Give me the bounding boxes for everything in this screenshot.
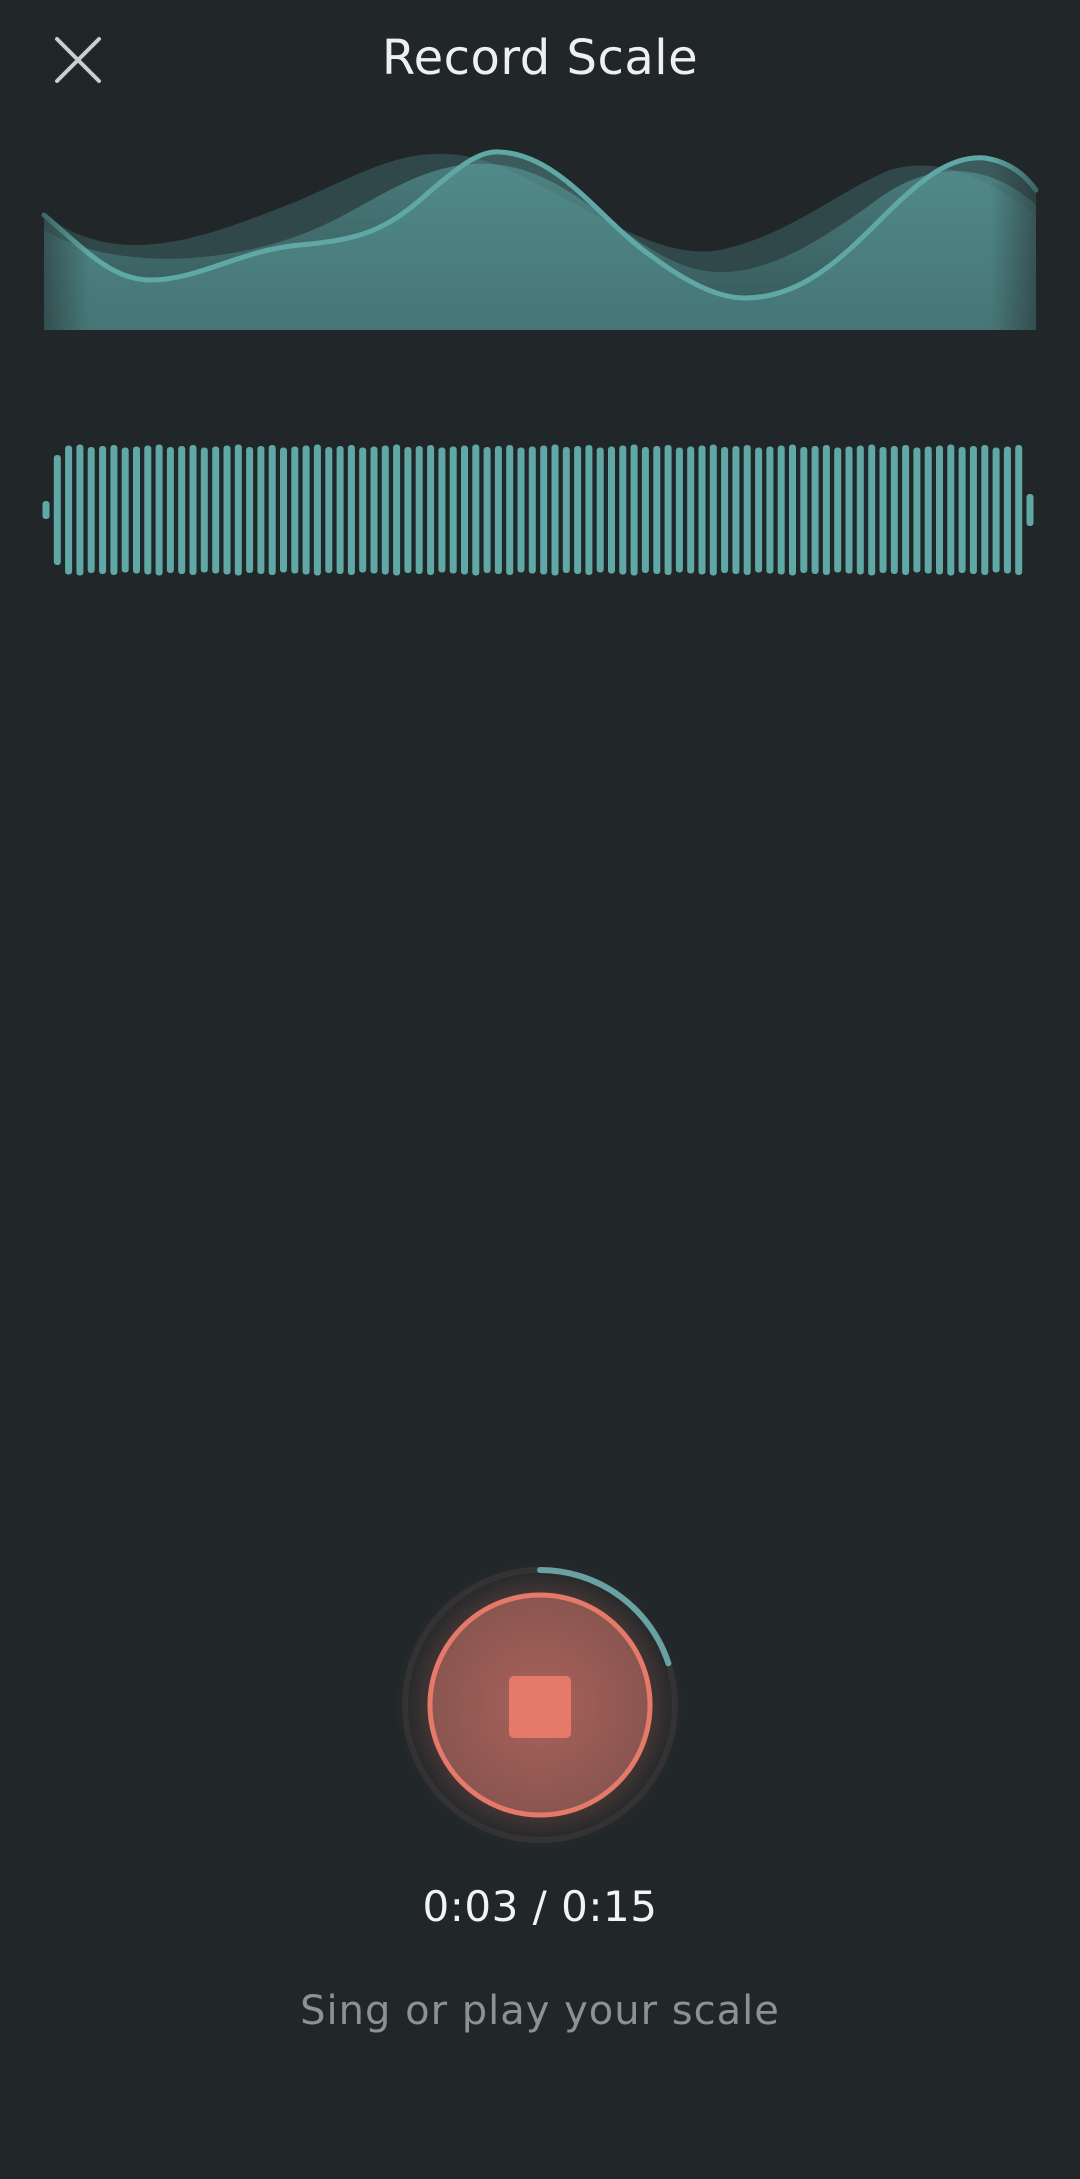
waveform-bar	[913, 447, 921, 573]
waveform-bar	[800, 447, 808, 573]
waveform-bar	[347, 445, 355, 575]
waveform-bar	[879, 447, 887, 573]
waveform-bar	[630, 444, 638, 576]
waveform-bar	[483, 447, 491, 573]
waveform-bar	[687, 446, 695, 574]
waveform-bar	[1026, 494, 1034, 526]
waveform-bar	[698, 445, 706, 575]
waveform-bar	[121, 447, 129, 573]
waveform-bar	[947, 444, 955, 576]
waveform-bar	[381, 445, 389, 575]
waveform-bar	[438, 447, 446, 573]
waveform-bar	[528, 446, 536, 574]
waveform-bar	[370, 446, 378, 574]
waveform-bar	[641, 447, 649, 573]
recording-timer: 0:03 / 0:15	[422, 1882, 658, 1931]
instruction-text: Sing or play your scale	[300, 1988, 780, 2034]
waveform-bar	[212, 446, 220, 574]
waveform-bar	[506, 445, 514, 575]
waveform-bar	[868, 444, 876, 576]
waveform-bar	[494, 446, 502, 574]
waveform-bar	[87, 447, 95, 573]
waveform-bar	[234, 444, 242, 576]
waveform-bar	[1003, 446, 1011, 574]
waveform-bar	[958, 447, 966, 573]
waveform-bar	[902, 445, 910, 575]
waveform-bar	[53, 455, 61, 565]
waveform-bar	[551, 444, 559, 576]
waveform-bar	[449, 446, 457, 574]
waveform-bar	[110, 445, 118, 575]
waveform-bar	[981, 445, 989, 575]
waveform-bar	[822, 445, 830, 575]
waveform-bar	[257, 446, 265, 574]
waveform-bar	[178, 446, 186, 574]
waveform-bar	[427, 445, 435, 575]
waveform-bar	[76, 444, 84, 576]
waveform-bar	[540, 445, 548, 575]
waveform-bar	[924, 446, 932, 574]
waveform-bar	[144, 445, 152, 575]
waveform-bar	[42, 501, 50, 519]
waveform-bar	[709, 444, 717, 576]
waveform-bar	[336, 446, 344, 574]
waveform-bar	[755, 447, 763, 573]
waveform-bar	[608, 446, 615, 574]
waveform-bar	[99, 446, 107, 574]
waveform-bar	[291, 446, 299, 574]
waveform-bar	[223, 445, 231, 575]
waveform-bar	[200, 447, 208, 573]
waveform-bar	[415, 446, 423, 574]
waveform-bar	[653, 446, 661, 574]
waveform	[42, 444, 1034, 576]
waveform-bar	[834, 447, 842, 573]
waveform-bar	[280, 447, 287, 573]
waveform-bar	[789, 444, 796, 576]
waveform-bar	[811, 446, 819, 574]
waveform-bar	[585, 445, 593, 575]
waveform-bar	[766, 446, 774, 574]
waveform-bar	[675, 447, 683, 573]
waveform-bar	[166, 447, 174, 573]
waveform-bar	[721, 447, 729, 573]
waveform-bar	[664, 445, 672, 575]
waveform-bar	[133, 446, 140, 574]
waveform-bar	[325, 447, 333, 573]
waveform-bar	[472, 444, 480, 576]
pitch-curve	[0, 120, 1080, 340]
waveform-bar	[777, 445, 785, 575]
page-title: Record Scale	[381, 30, 699, 86]
waveform-bar	[574, 446, 582, 574]
waveform-bar	[268, 445, 276, 575]
waveform-bar	[313, 444, 321, 576]
waveform-bar	[562, 447, 570, 573]
header: Record Scale	[0, 0, 1080, 120]
waveform-bar	[302, 445, 310, 575]
waveform-bar	[359, 447, 367, 573]
waveform-bar	[246, 447, 254, 573]
waveform-bar	[404, 447, 412, 573]
waveform-bar	[845, 446, 853, 574]
waveform-bar	[393, 444, 401, 576]
waveform-bar	[743, 445, 751, 575]
waveform-bar	[856, 445, 864, 575]
waveform-bar	[890, 446, 898, 574]
waveform-bar	[969, 446, 977, 574]
stop-icon	[509, 1676, 571, 1738]
waveform-bar	[732, 446, 740, 574]
waveform-bar	[619, 445, 627, 575]
waveform-bar	[461, 445, 468, 575]
waveform-bar	[517, 447, 525, 573]
waveform-bar	[65, 445, 73, 575]
waveform-bar	[596, 447, 604, 573]
waveform-bar	[155, 444, 163, 576]
waveform-bar	[992, 447, 1000, 573]
waveform-bar	[1015, 445, 1023, 575]
waveform-bar	[936, 445, 943, 575]
waveform-bar	[189, 445, 197, 575]
